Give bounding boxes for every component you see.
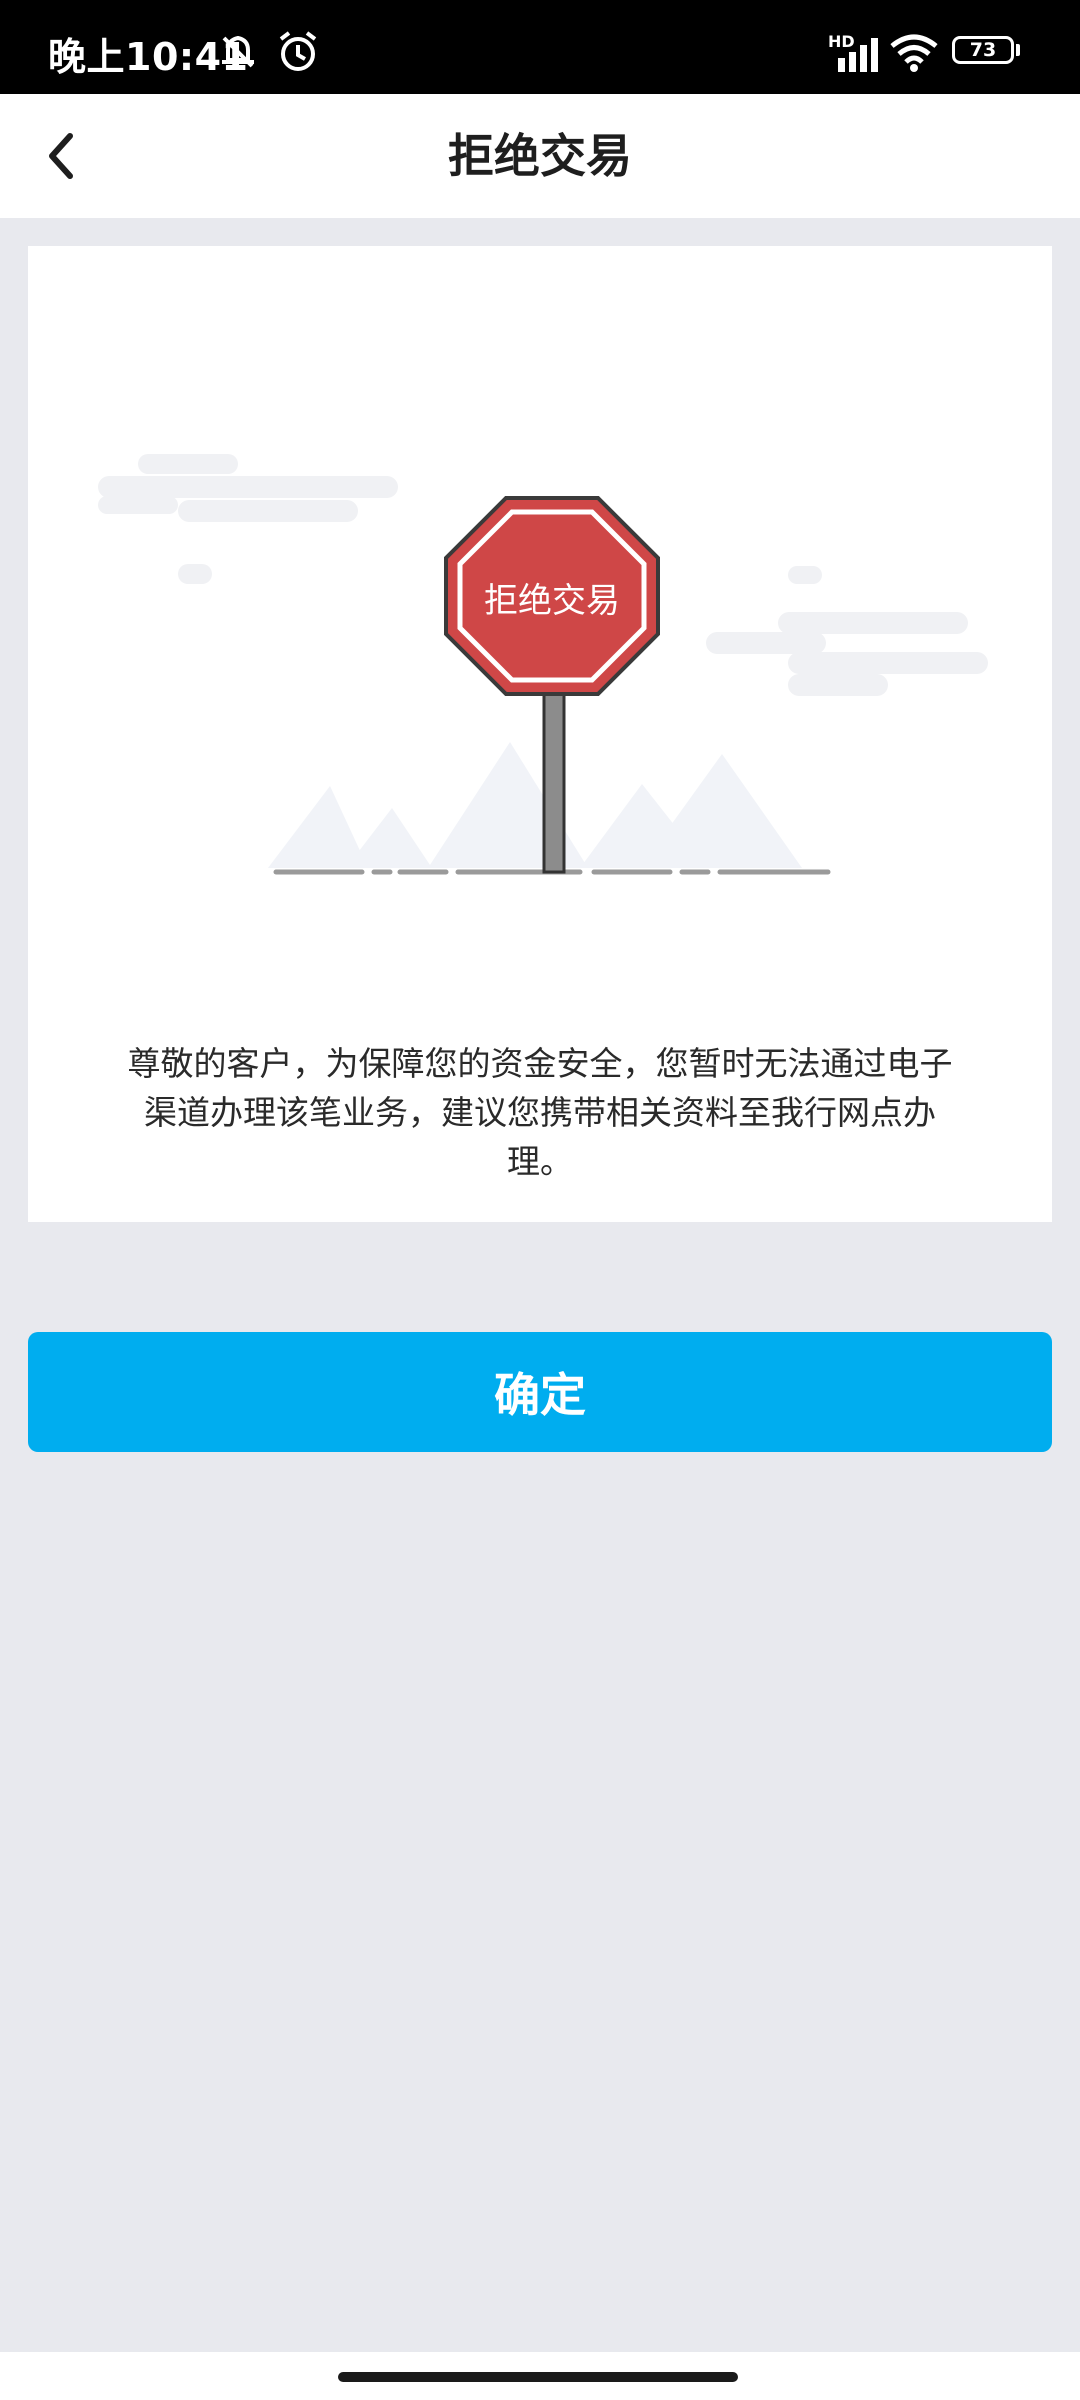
cloud-right: [706, 566, 988, 696]
status-bar: 晚上10:41 HD 73: [0, 0, 1080, 94]
rejection-message: 尊敬的客户，为保障您的资金安全，您暂时无法通过电子 渠道办理该笔业务，建议您携带…: [78, 1039, 1002, 1186]
rejection-card: 拒绝交易 尊敬的客户，为保障您的资金安全，您暂时无法通过电子 渠道办理该笔业务，…: [28, 246, 1052, 1222]
nav-bar: 拒绝交易: [0, 94, 1080, 218]
stop-sign-illustration: 拒绝交易: [98, 454, 988, 875]
page-title: 拒绝交易: [448, 129, 632, 183]
battery-icon: 73: [952, 36, 1014, 64]
message-line: 渠道办理该笔业务，建议您携带相关资料至我行网点办: [144, 1093, 936, 1132]
sign-text: 拒绝交易: [484, 581, 620, 621]
sign-pole: [542, 692, 566, 874]
home-indicator[interactable]: [338, 2372, 738, 2382]
mountains: [268, 742, 802, 868]
wifi-icon: [890, 34, 938, 72]
alarm-icon: [279, 31, 317, 71]
confirm-button[interactable]: 确定: [28, 1332, 1052, 1452]
battery-level: 73: [969, 39, 997, 61]
message-line: 尊敬的客户，为保障您的资金安全，您暂时无法通过电子: [127, 1044, 953, 1083]
signal-icon: [838, 38, 878, 72]
cloud-left: [98, 454, 398, 584]
message-line: 理。: [507, 1142, 573, 1181]
battery-tip: [1016, 44, 1020, 56]
gesture-bar: [0, 2352, 1080, 2400]
mute-icon: [222, 35, 254, 68]
chevron-left-icon: [49, 133, 73, 179]
back-button[interactable]: [18, 112, 106, 200]
